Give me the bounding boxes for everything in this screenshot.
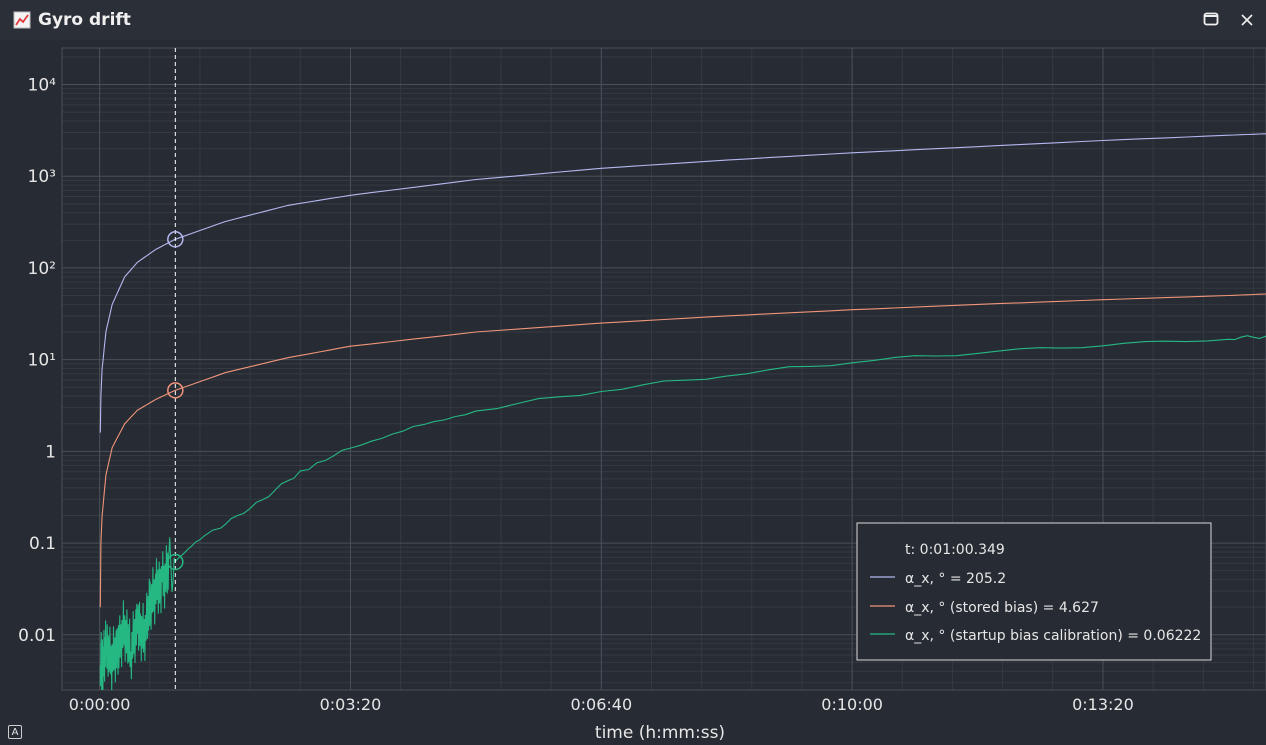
legend-time: t: 0:01:00.349 — [905, 542, 1005, 558]
chart-icon — [13, 11, 31, 29]
y-tick-label: 10¹ — [28, 351, 56, 371]
title-bar: Gyro drift — [0, 0, 1266, 40]
maximize-button[interactable] — [1199, 8, 1223, 32]
legend-entry-0: α_x, ° = 205.2 — [905, 571, 1006, 587]
window-title: Gyro drift — [38, 10, 131, 30]
y-tick-label: 0.01 — [18, 626, 56, 646]
x-tick-labels: 0:00:00 0:03:20 0:06:40 0:10:00 0:13:20 — [69, 695, 1134, 714]
y-tick-label: 10⁴ — [28, 75, 57, 95]
y-tick-label: 1 — [45, 442, 56, 462]
legend: t: 0:01:00.349 α_x, ° = 205.2 α_x, ° (st… — [856, 522, 1212, 661]
y-tick-label: 10² — [28, 259, 56, 279]
legend-entry-2: α_x, ° (startup bias calibration) = 0.06… — [905, 628, 1201, 644]
close-button[interactable] — [1235, 8, 1259, 32]
x-tick-label: 0:03:20 — [320, 695, 382, 714]
series-line-0 — [99, 133, 1266, 433]
x-tick-label: 0:10:00 — [821, 695, 883, 714]
plot-area[interactable]: 0.01 0.1 1 10¹ 10² 10³ 10⁴ 0:00:00 0:03:20 0:06:… — [0, 40, 1266, 745]
maximize-icon — [1203, 11, 1219, 30]
x-tick-label: 0:13:20 — [1072, 695, 1134, 714]
x-tick-label: 0:06:40 — [570, 695, 632, 714]
y-tick-labels: 0.01 0.1 1 10¹ 10² 10³ 10⁴ — [18, 75, 56, 645]
legend-entry-1: α_x, ° (stored bias) = 4.627 — [905, 600, 1099, 616]
x-axis-label: time (h:mm:ss) — [595, 723, 725, 743]
y-tick-label: 0.1 — [29, 534, 56, 554]
x-tick-label: 0:00:00 — [69, 695, 131, 714]
auto-scale-button[interactable]: A — [8, 725, 22, 739]
y-tick-label: 10³ — [28, 167, 56, 187]
close-icon — [1241, 11, 1253, 30]
